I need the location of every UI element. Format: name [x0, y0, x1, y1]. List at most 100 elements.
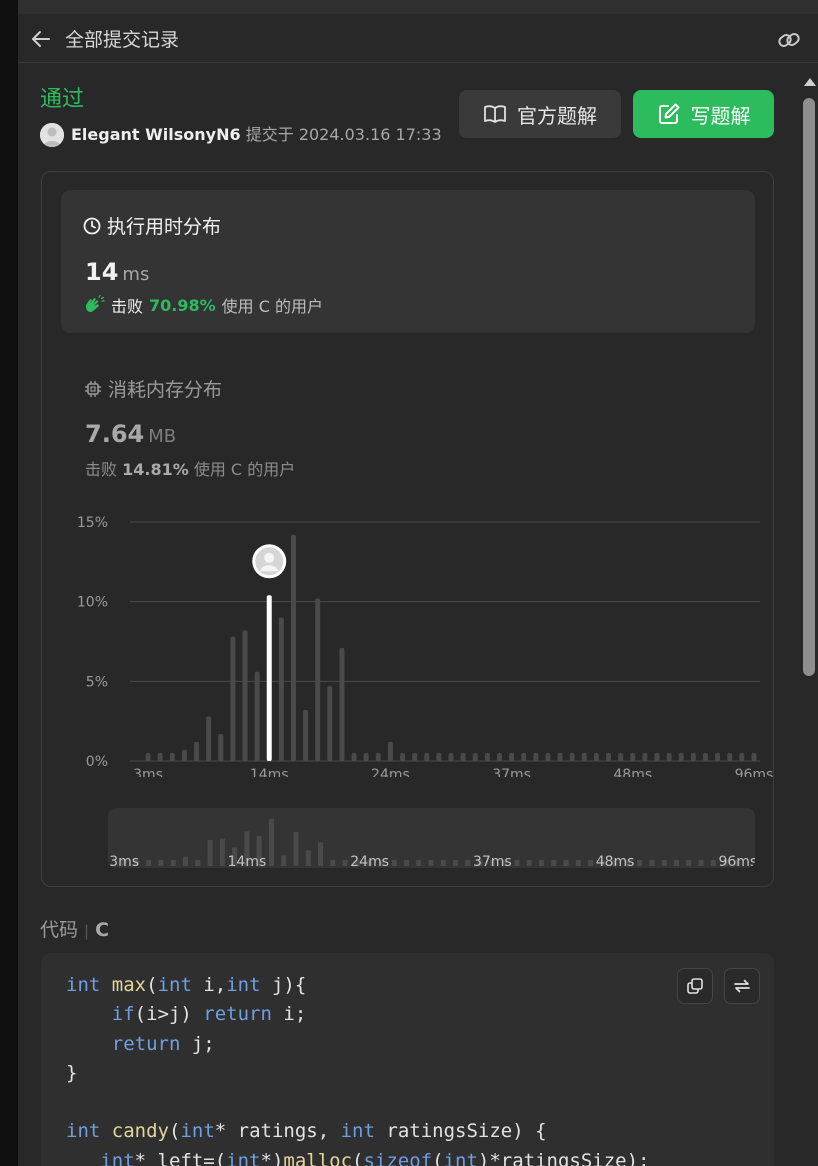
mini-bar: [428, 860, 434, 866]
bar: [496, 753, 502, 761]
bar: [509, 753, 515, 761]
bar: [436, 753, 442, 761]
mini-bar: [146, 860, 152, 866]
mini-bar: [526, 860, 532, 866]
bar: [715, 753, 721, 761]
mini-bar: [465, 860, 471, 866]
write-solution-button[interactable]: 写题解: [633, 90, 774, 138]
memory-beat-pct: 14.81%: [122, 460, 189, 479]
bar: [290, 534, 296, 761]
bar: [375, 753, 381, 761]
runtime-title: 执行用时分布: [83, 212, 221, 239]
memory-beat: 击败 14.81% 使用 C 的用户: [85, 456, 295, 480]
mini-x-tick-label: 24ms: [350, 854, 389, 868]
submission-meta: Elegant WilsonyN6 提交于 2024.03.16 17:33: [71, 124, 442, 146]
bar: [569, 753, 575, 761]
link-icon[interactable]: [776, 27, 802, 53]
bar: [400, 753, 406, 761]
mini-bar: [318, 842, 324, 866]
mini-x-tick-label: 14ms: [228, 854, 267, 868]
mini-bar: [330, 860, 336, 866]
runtime-unit: ms: [122, 264, 150, 285]
bar: [339, 647, 345, 761]
memory-unit: MB: [148, 426, 177, 447]
bar: [739, 753, 745, 761]
mini-bar: [440, 860, 446, 866]
mini-bar: [538, 860, 544, 866]
x-tick-label: 3ms: [133, 767, 163, 777]
bar: [387, 741, 393, 761]
bar: [751, 753, 757, 761]
runtime-number: 14: [85, 258, 119, 286]
bar: [424, 753, 430, 761]
bar: [678, 753, 684, 761]
code-label-text: 代码: [40, 919, 79, 941]
mini-bar: [268, 818, 274, 866]
mini-bar: [661, 860, 667, 866]
mini-bar: [563, 860, 569, 866]
x-tick-label: 37ms: [492, 767, 531, 777]
code-block[interactable]: int max(int i,int j){ if(i>j) return i; …: [41, 953, 774, 1166]
memory-value: 7.64 MB: [85, 420, 176, 448]
bar: [448, 753, 454, 761]
mini-bar: [158, 860, 164, 866]
mini-bar: [686, 860, 692, 866]
x-tick-label: 14ms: [250, 767, 289, 777]
arrow-left-icon[interactable]: [30, 28, 52, 50]
mini-bar: [293, 832, 299, 866]
bar: [327, 686, 333, 761]
bar: [630, 753, 636, 761]
runtime-beat-suffix: 使用 C 的用户: [221, 297, 324, 316]
y-tick-label: 5%: [86, 674, 108, 690]
bar: [702, 753, 708, 761]
mini-bar: [391, 860, 397, 866]
mini-bar: [342, 860, 348, 866]
bar: [606, 753, 612, 761]
distribution-chart[interactable]: 15% 10% 5% 0% 3ms 14ms 24ms 37ms 48ms 96ms: [42, 507, 773, 783]
runtime-value: 14 ms: [85, 258, 149, 286]
scroll-up-arrow-icon[interactable]: [802, 74, 818, 90]
bar: [412, 753, 418, 761]
chip-icon: [85, 380, 101, 397]
x-tick-label: 24ms: [371, 767, 410, 777]
chart-range-slider[interactable]: 3ms 14ms 24ms 37ms 48ms 96ms: [108, 808, 755, 868]
runtime-beat: 击败 70.98% 使用 C 的用户: [83, 293, 323, 317]
official-solution-label: 官方题解: [517, 103, 597, 128]
memory-title[interactable]: 消耗内存分布: [84, 375, 222, 402]
bar: [618, 753, 624, 761]
book-icon: [484, 105, 506, 123]
swap-code-button[interactable]: [724, 968, 760, 1004]
memory-beat-suffix: 使用 C 的用户: [193, 460, 296, 479]
bar: [145, 753, 151, 761]
swap-icon: [734, 979, 750, 993]
bar: [666, 753, 672, 761]
bar: [218, 733, 224, 761]
official-solution-button[interactable]: 官方题解: [459, 90, 621, 138]
bar: [315, 598, 321, 761]
username[interactable]: Elegant WilsonyN6: [71, 125, 241, 144]
mini-x-tick-label: 3ms: [109, 854, 139, 868]
copy-icon: [687, 978, 703, 994]
performance-card: 执行用时分布 14 ms 击败 70.98% 使用 C 的用户 消耗内存分布 7…: [41, 171, 774, 887]
runtime-panel[interactable]: 执行用时分布 14 ms 击败 70.98% 使用 C 的用户: [61, 190, 755, 333]
submission-panel: 全部提交记录 通过 Elegant WilsonyN6 提交于 2024.03.…: [18, 0, 818, 1166]
runtime-beat-pct: 70.98%: [149, 295, 216, 315]
code-text[interactable]: int max(int i,int j){ if(i>j) return i; …: [66, 971, 650, 1166]
runtime-beat-word: 击败: [111, 297, 144, 316]
bar: [690, 753, 696, 761]
bar: [157, 753, 163, 761]
avatar[interactable]: [40, 123, 64, 147]
header-title[interactable]: 全部提交记录: [65, 28, 179, 52]
mini-bar: [453, 860, 459, 866]
bar: [581, 753, 587, 761]
mini-x-tick-label: 37ms: [473, 854, 512, 868]
scrollbar-thumb[interactable]: [803, 98, 815, 676]
left-strip: [0, 0, 18, 1166]
mini-bar: [673, 860, 679, 866]
bar: [654, 753, 660, 761]
code-label-divider: |: [84, 922, 90, 940]
runtime-title-text: 执行用时分布: [107, 216, 222, 238]
copy-code-button[interactable]: [677, 968, 713, 1004]
bar: [242, 630, 248, 761]
bar: [278, 617, 284, 761]
